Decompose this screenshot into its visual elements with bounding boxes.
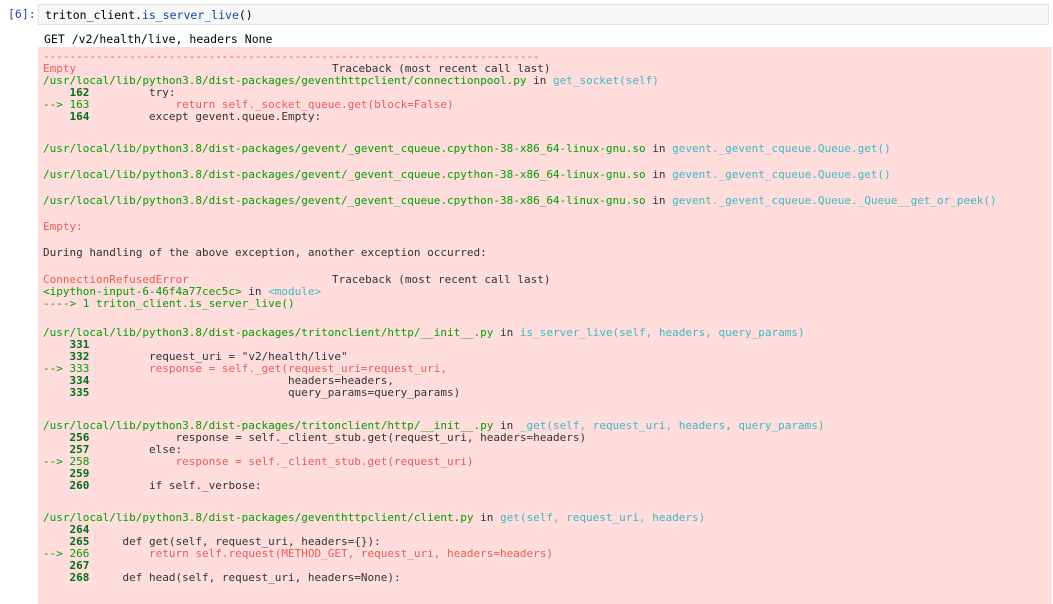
frame-live-header: /usr/local/lib/python3.8/dist-packages/t…	[43, 327, 805, 339]
frame-func: get(self, request_uri, headers)	[499, 511, 706, 524]
line-number: 260	[69, 479, 90, 492]
frame-file: /usr/local/lib/python3.8/dist-packages/g…	[43, 194, 646, 207]
frame-in: in	[493, 326, 520, 339]
frame-in: in	[526, 74, 553, 87]
line-number: 335	[69, 386, 90, 399]
code-context-line: --> 266 return self.request(METHOD_GET, …	[43, 548, 553, 560]
frame-file: /usr/local/lib/python3.8/dist-packages/g…	[43, 142, 646, 155]
line-code: if self._verbose:	[89, 479, 262, 492]
line-arrow	[43, 571, 70, 584]
line-arrow	[43, 479, 70, 492]
frame-func: gevent._gevent_cqueue.Queue._Queue__get_…	[672, 194, 997, 207]
line-arrow	[43, 386, 70, 399]
code-context-line: --> 258 response = self._client_stub.get…	[43, 456, 473, 468]
traceback-label: Traceback (most recent call last)	[332, 273, 551, 286]
frame-file: /usr/local/lib/python3.8/dist-packages/g…	[43, 511, 474, 524]
code-method: is_server_live	[141, 8, 239, 22]
traceback-output: ----------------------------------------…	[38, 47, 1052, 604]
frame-in: in	[473, 511, 500, 524]
frame-func: gevent._gevent_cqueue.Queue.get()	[672, 142, 891, 155]
input-arrow-line: ----> 1 triton_client.is_server_live()	[43, 298, 295, 310]
gevent-frame-3: /usr/local/lib/python3.8/dist-packages/g…	[43, 195, 997, 207]
code-context-line: 164 except gevent.queue.Empty:	[43, 110, 322, 123]
code-line[interactable]: triton_client.is_server_live()	[45, 8, 253, 22]
line-arrow	[43, 110, 70, 123]
frame-func: gevent._gevent_cqueue.Queue.get()	[672, 168, 891, 181]
arrow-code: ----> 1 triton_client.is_server_live()	[43, 297, 295, 310]
frame-in: in	[645, 142, 673, 155]
frame-file: /usr/local/lib/python3.8/dist-packages/g…	[43, 168, 646, 181]
frame-client-header: /usr/local/lib/python3.8/dist-packages/g…	[43, 512, 705, 524]
frame-in: in	[645, 168, 673, 181]
gevent-frame-2: /usr/local/lib/python3.8/dist-packages/g…	[43, 169, 891, 181]
during-handling-line: During handling of the above exception, …	[43, 246, 487, 259]
frame-in: in	[645, 194, 673, 207]
code-input-cell[interactable]: triton_client.is_server_live()	[38, 4, 1049, 25]
line-code: response = self._client_stub.get(request…	[89, 455, 474, 468]
line-code: return self.request(METHOD_GET, request_…	[89, 547, 553, 560]
cell-prompt: [6]:	[8, 7, 36, 21]
frame-file: /usr/local/lib/python3.8/dist-packages/t…	[43, 326, 494, 339]
stdout-output: GET /v2/health/live, headers None	[44, 32, 273, 46]
frame-func: get_socket(self)	[552, 74, 659, 87]
code-call-parens: ()	[238, 8, 253, 22]
empty-exception-line: Empty:	[43, 220, 83, 233]
line-number: 268	[69, 571, 90, 584]
code-object: triton_client.	[45, 8, 142, 22]
line-code: def head(self, request_uri, headers=None…	[89, 571, 401, 584]
code-context-line: 260 if self._verbose:	[43, 480, 262, 492]
frame-func: is_server_live(self, headers, query_para…	[519, 326, 805, 339]
line-number: 164	[69, 110, 90, 123]
line-code: query_params=query_params)	[89, 386, 461, 399]
line-code: except gevent.queue.Empty:	[89, 110, 322, 123]
gevent-frame-1: /usr/local/lib/python3.8/dist-packages/g…	[43, 143, 891, 155]
code-context-line: 335 query_params=query_params)	[43, 386, 461, 399]
code-context-line: 268 def head(self, request_uri, headers=…	[43, 572, 401, 584]
